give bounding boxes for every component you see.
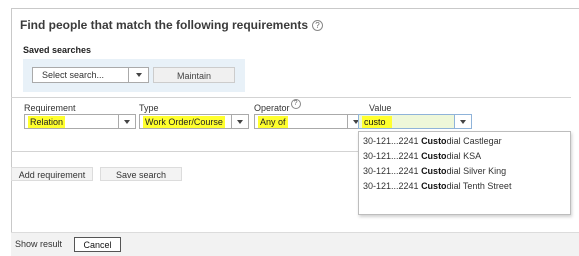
value-dropdown-button[interactable] (455, 114, 472, 129)
suggestion-match: Custo (421, 166, 447, 176)
saved-search-dropdown-button[interactable] (129, 67, 149, 83)
suggestion-match: Custo (421, 151, 447, 161)
suggestion-item[interactable]: 30-121...2241 Custodial Silver King (359, 164, 570, 179)
requirement-dropdown-button[interactable] (119, 114, 136, 129)
page-title: Find people that match the following req… (20, 18, 309, 32)
cancel-button[interactable]: Cancel (74, 237, 121, 252)
value-suggestions-dropdown: 30-121...2241 Custodial Castlegar 30-121… (358, 131, 571, 215)
suggestion-match: Custo (421, 136, 447, 146)
type-select[interactable]: Work Order/Course (139, 114, 232, 129)
saved-search-select[interactable]: Select search... (32, 67, 129, 83)
footer-bar: Show result Cancel (11, 232, 579, 256)
value-column-label: Value (369, 103, 392, 113)
title-row: Find people that match the following req… (20, 18, 324, 32)
requirement-column-label: Requirement (24, 103, 76, 113)
save-search-button[interactable]: Save search (100, 167, 182, 181)
suggestion-suffix: dial Castlegar (446, 136, 502, 146)
suggestion-item[interactable]: 30-121...2241 Custodial KSA (359, 149, 570, 164)
operator-column-label: Operator? (254, 99, 301, 113)
operator-label-text: Operator (254, 103, 290, 113)
suggestion-prefix: 30-121...2241 (363, 151, 422, 161)
saved-searches-label: Saved searches (23, 45, 92, 55)
suggestion-suffix: dial Silver King (446, 166, 507, 176)
value-input-text: custo (362, 116, 392, 128)
show-result-button[interactable]: Show result (15, 239, 62, 249)
help-icon[interactable]: ? (312, 19, 324, 31)
suggestion-prefix: 30-121...2241 (363, 181, 422, 191)
suggestion-item[interactable]: 30-121...2241 Custodial Tenth Street (359, 179, 570, 194)
operator-selected-value: Any of (258, 116, 288, 128)
requirement-select[interactable]: Relation (24, 114, 119, 129)
chevron-down-icon (136, 73, 142, 77)
suggestion-prefix: 30-121...2241 (363, 136, 422, 146)
suggestion-prefix: 30-121...2241 (363, 166, 422, 176)
help-icon[interactable]: ? (290, 99, 301, 109)
type-column-label: Type (139, 103, 159, 113)
operator-select[interactable]: Any of (254, 114, 348, 129)
maintain-button[interactable]: Maintain (153, 67, 235, 83)
requirement-selected-value: Relation (28, 116, 66, 128)
chevron-down-icon (460, 120, 466, 124)
suggestion-item[interactable]: 30-121...2241 Custodial Castlegar (359, 134, 570, 149)
suggestion-suffix: dial Tenth Street (446, 181, 512, 191)
type-dropdown-button[interactable] (232, 114, 249, 129)
suggestion-match: Custo (421, 181, 447, 191)
add-requirement-button[interactable]: Add requirement (11, 167, 93, 181)
chevron-down-icon (124, 120, 130, 124)
chevron-down-icon (237, 120, 243, 124)
value-input[interactable]: custo (358, 114, 455, 129)
saved-searches-panel: Select search... Maintain (23, 59, 245, 92)
suggestion-suffix: dial KSA (446, 151, 482, 161)
type-selected-value: Work Order/Course (143, 116, 225, 128)
